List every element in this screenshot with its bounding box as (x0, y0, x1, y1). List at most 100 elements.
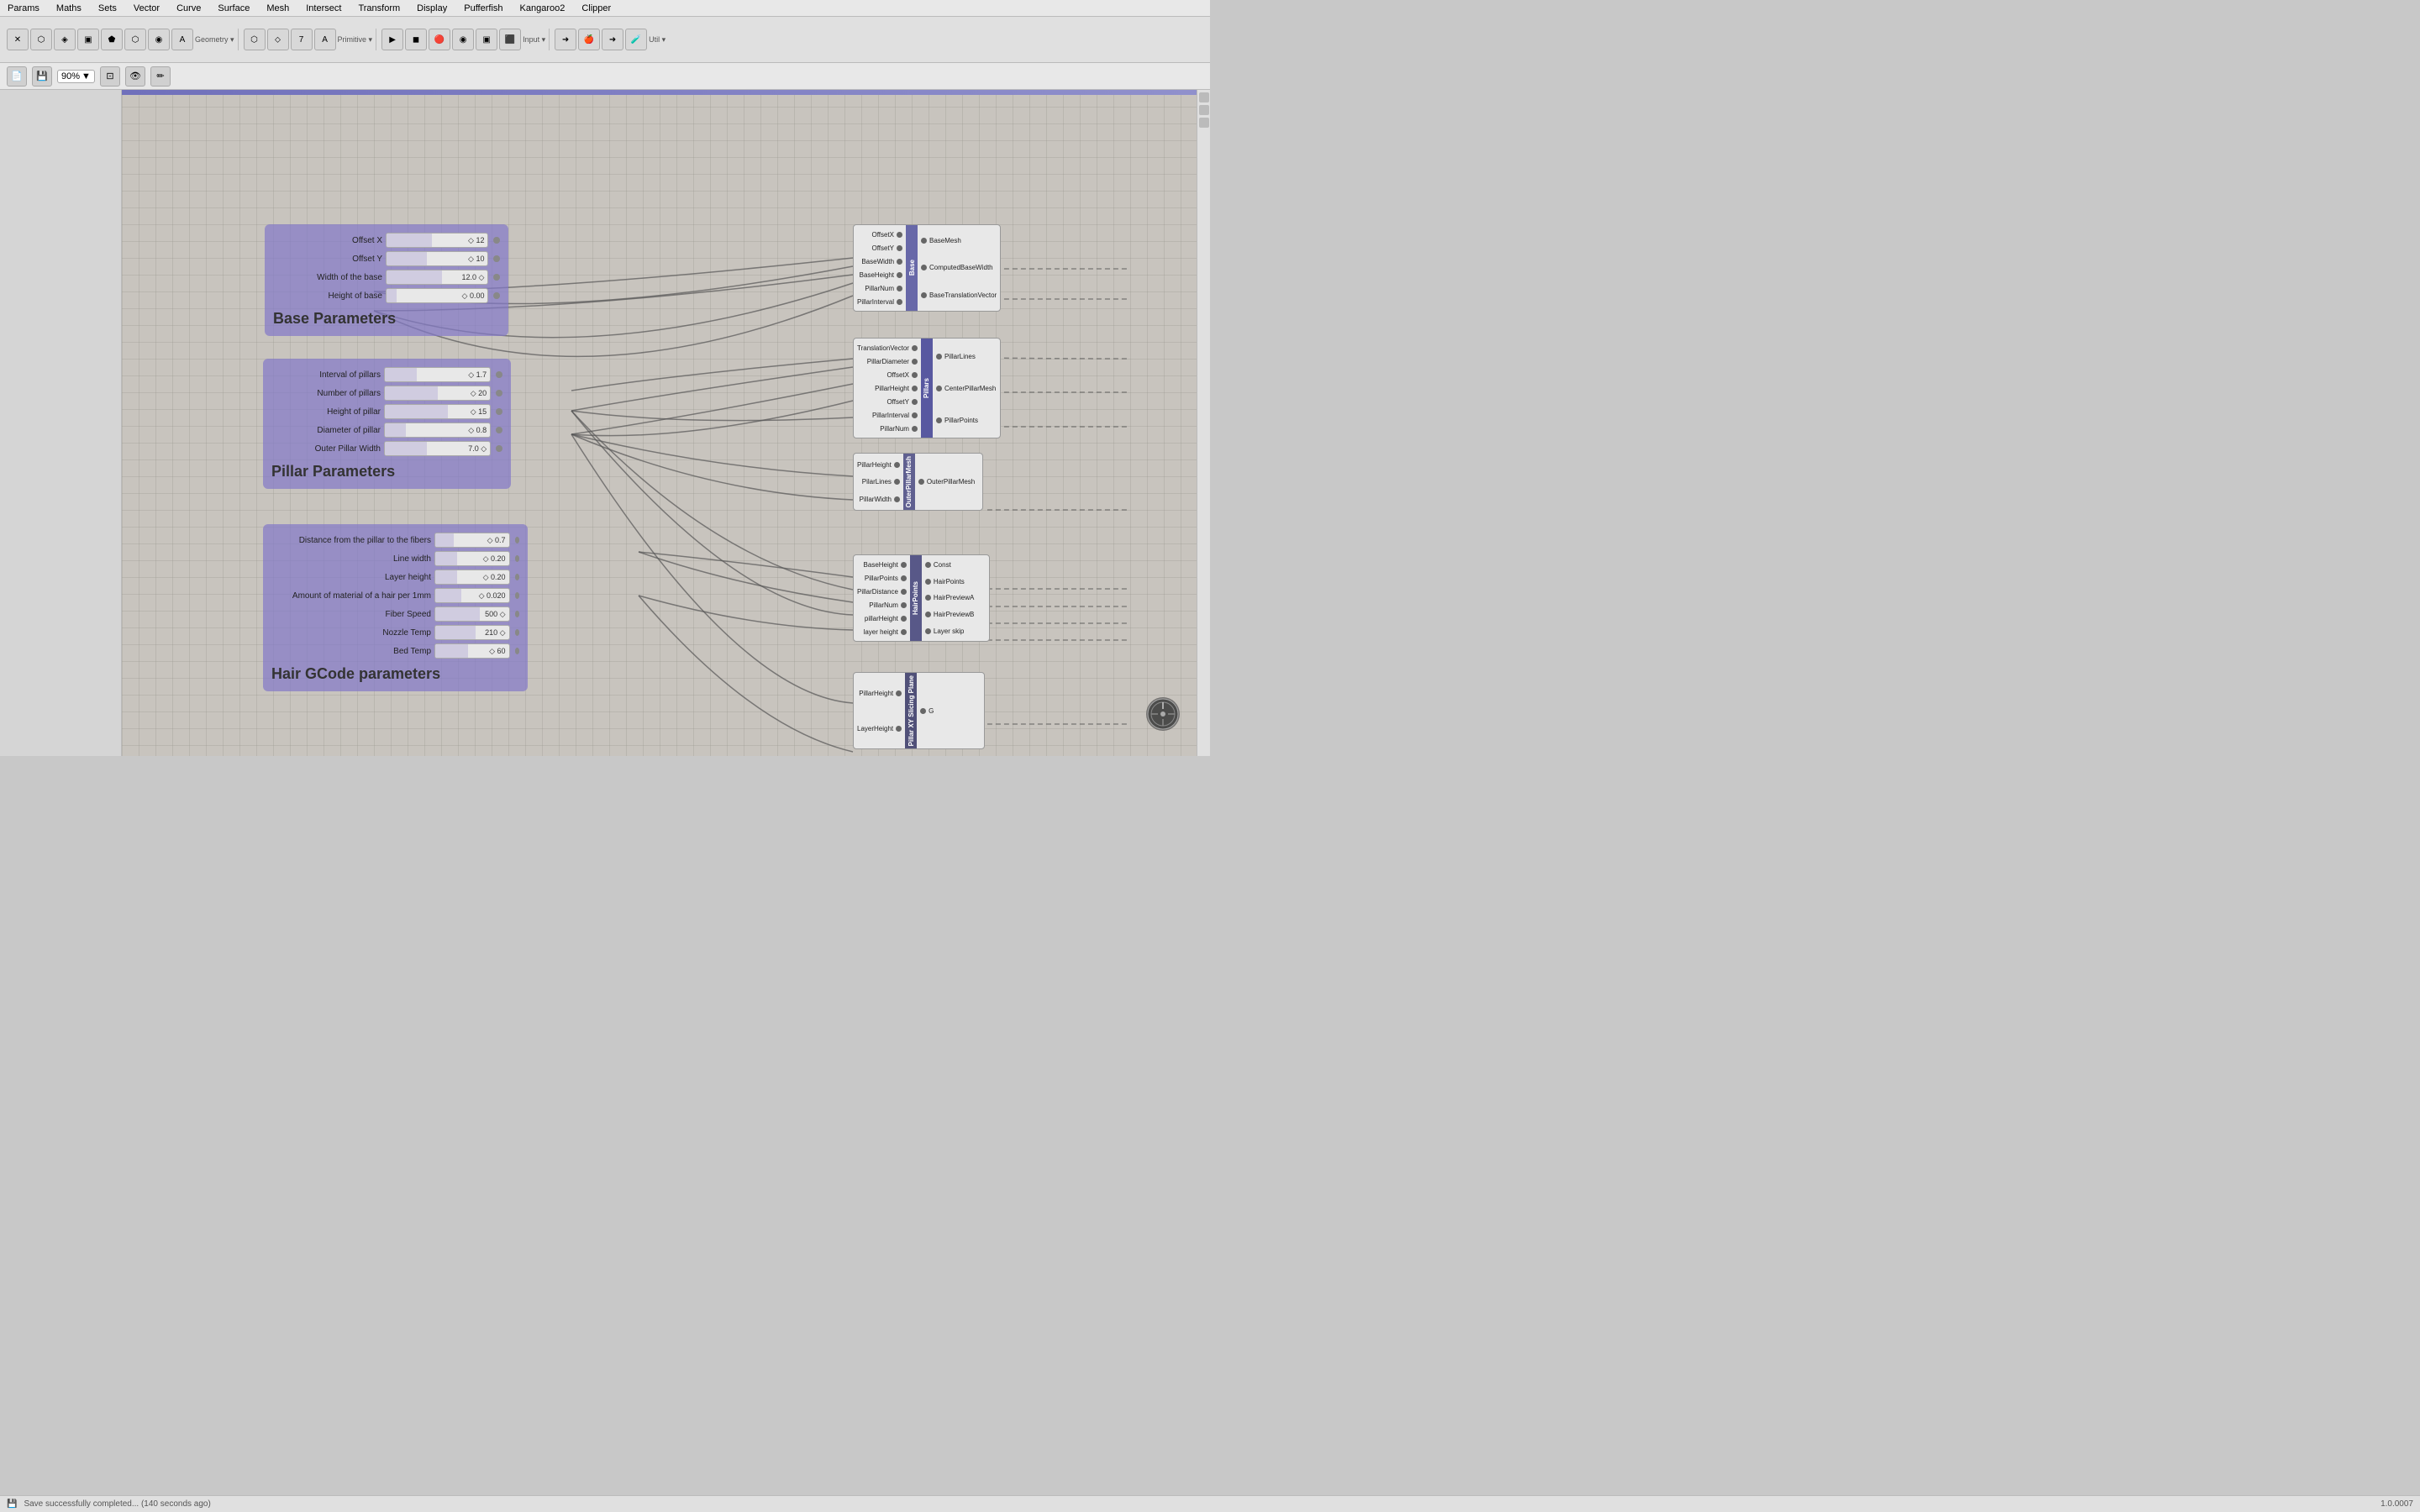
connector-numPillars-right[interactable] (496, 390, 502, 396)
menu-params[interactable]: Params (5, 3, 42, 13)
hair-out-pva[interactable] (925, 595, 931, 601)
pillars-port-oy[interactable] (912, 399, 918, 405)
hair-port-pd[interactable] (901, 589, 907, 595)
connector-fiberSpeed-right[interactable] (515, 611, 519, 617)
tb-geo-3[interactable]: ◈ (54, 29, 76, 50)
connector-height-base-right[interactable] (493, 292, 500, 299)
connector-offsetx-right[interactable] (493, 237, 500, 244)
menu-sets[interactable]: Sets (96, 3, 119, 13)
connector-matAmt-right[interactable] (515, 592, 519, 599)
menu-mesh[interactable]: Mesh (264, 3, 292, 13)
menu-display[interactable]: Display (414, 3, 450, 13)
menu-clipper[interactable]: Clipper (579, 3, 613, 13)
tb-prim-1[interactable]: ⬡ (244, 29, 266, 50)
pillars-out-mesh[interactable] (936, 386, 942, 391)
pxy-port-lh[interactable] (896, 726, 902, 732)
tb-prim-3[interactable]: 7 (291, 29, 313, 50)
hair-out-ls[interactable] (925, 628, 931, 634)
outer-port-ph[interactable] (894, 462, 900, 468)
pillars-port-ox[interactable] (912, 372, 918, 378)
base-out-translation[interactable] (921, 292, 927, 298)
param-slider-diamPillar[interactable]: ◇ 0.8 (384, 423, 491, 438)
pillars-port-pi[interactable] (912, 412, 918, 418)
menu-kangaroo2[interactable]: Kangaroo2 (518, 3, 568, 13)
base-port-pillarinterval[interactable] (897, 299, 902, 305)
param-slider-heightPillar[interactable]: ◇ 15 (384, 404, 491, 419)
param-slider-outerWidth[interactable]: 7.0 ◇ (384, 441, 491, 456)
tb-input-2[interactable]: ◼ (405, 29, 427, 50)
connector-offsety-right[interactable] (493, 255, 500, 262)
param-slider-bedTemp[interactable]: ◇ 60 (434, 643, 510, 659)
outer-out-mesh[interactable] (918, 479, 924, 485)
menu-maths[interactable]: Maths (54, 3, 84, 13)
tb2-sketch[interactable]: ✏ (150, 66, 171, 87)
tb2-save[interactable]: 💾 (32, 66, 52, 87)
param-slider-layerHeight[interactable]: ◇ 0.20 (434, 570, 510, 585)
base-port-pillarnum[interactable] (897, 286, 902, 291)
base-port-basewidth[interactable] (897, 259, 902, 265)
connector-interval-right[interactable] (496, 371, 502, 378)
menu-transform[interactable]: Transform (355, 3, 402, 13)
param-slider-nozzleTemp[interactable]: 210 ◇ (434, 625, 510, 640)
param-slider-offsety[interactable]: ◇ 10 (386, 251, 488, 266)
hair-port-bh[interactable] (901, 562, 907, 568)
tb-input-6[interactable]: ⬛ (499, 29, 521, 50)
tb-input-3[interactable]: 🔴 (429, 29, 450, 50)
hair-out-const[interactable] (925, 562, 931, 568)
hair-port-pp[interactable] (901, 575, 907, 581)
tb-geo-7[interactable]: ◉ (148, 29, 170, 50)
canvas[interactable]: Offset X ◇ 12 Offset Y ◇ 10 Width of the… (122, 90, 1197, 756)
connector-lineWidth-right[interactable] (515, 555, 519, 562)
tb-input-4[interactable]: ◉ (452, 29, 474, 50)
param-slider-offsetx[interactable]: ◇ 12 (386, 233, 488, 248)
base-out-basemesh[interactable] (921, 238, 927, 244)
pillars-port-ph[interactable] (912, 386, 918, 391)
menu-pufferfish[interactable]: Pufferfish (461, 3, 505, 13)
pillars-port-diam[interactable] (912, 359, 918, 365)
tb-util-3[interactable]: ➜ (602, 29, 623, 50)
pillars-port-tv[interactable] (912, 345, 918, 351)
param-slider-numPillars[interactable]: ◇ 20 (384, 386, 491, 401)
menu-intersect[interactable]: Intersect (303, 3, 344, 13)
param-slider-height-base[interactable]: ◇ 0.00 (386, 288, 488, 303)
menu-curve[interactable]: Curve (174, 3, 203, 13)
hair-port-pn[interactable] (901, 602, 907, 608)
tb-input-1[interactable]: ▶ (381, 29, 403, 50)
pillars-out-points[interactable] (936, 417, 942, 423)
tb-util-1[interactable]: ➜ (555, 29, 576, 50)
pxy-out-g[interactable] (920, 708, 926, 714)
pxy-port-ph[interactable] (896, 690, 902, 696)
connector-dist-right[interactable] (515, 537, 519, 543)
param-slider-width-base[interactable]: 12.0 ◇ (386, 270, 488, 285)
hair-port-pilh[interactable] (901, 616, 907, 622)
param-slider-matAmt[interactable]: ◇ 0.020 (434, 588, 510, 603)
hair-port-lh[interactable] (901, 629, 907, 635)
param-slider-fiberSpeed[interactable]: 500 ◇ (434, 606, 510, 622)
base-out-compwidth[interactable] (921, 265, 927, 270)
zoom-display[interactable]: 90% ▼ (57, 70, 95, 83)
hair-out-pvb[interactable] (925, 612, 931, 617)
connector-bedTemp-right[interactable] (515, 648, 519, 654)
hair-out-hp[interactable] (925, 579, 931, 585)
tb-util-4[interactable]: 🧪 (625, 29, 647, 50)
tb2-preview[interactable]: 👁 (125, 66, 145, 87)
tb-geo-2[interactable]: ⬡ (30, 29, 52, 50)
tb2-fit[interactable]: ⊡ (100, 66, 120, 87)
pillars-out-lines[interactable] (936, 354, 942, 360)
menu-vector[interactable]: Vector (131, 3, 162, 13)
param-slider-interval[interactable]: ◇ 1.7 (384, 367, 491, 382)
connector-diamPillar-right[interactable] (496, 427, 502, 433)
base-port-offsetx[interactable] (897, 232, 902, 238)
base-port-offsety[interactable] (897, 245, 902, 251)
tb-prim-2[interactable]: ⬦ (267, 29, 289, 50)
outer-port-pw[interactable] (894, 496, 900, 502)
tb-geo-1[interactable]: ✕ (7, 29, 29, 50)
outer-port-pl[interactable] (894, 479, 900, 485)
tb-geo-6[interactable]: ⬡ (124, 29, 146, 50)
param-slider-lineWidth[interactable]: ◇ 0.20 (434, 551, 510, 566)
connector-width-base-right[interactable] (493, 274, 500, 281)
tb-geo-8[interactable]: A (171, 29, 193, 50)
param-slider-dist[interactable]: ◇ 0.7 (434, 533, 510, 548)
tb-geo-4[interactable]: ▣ (77, 29, 99, 50)
menu-surface[interactable]: Surface (215, 3, 252, 13)
